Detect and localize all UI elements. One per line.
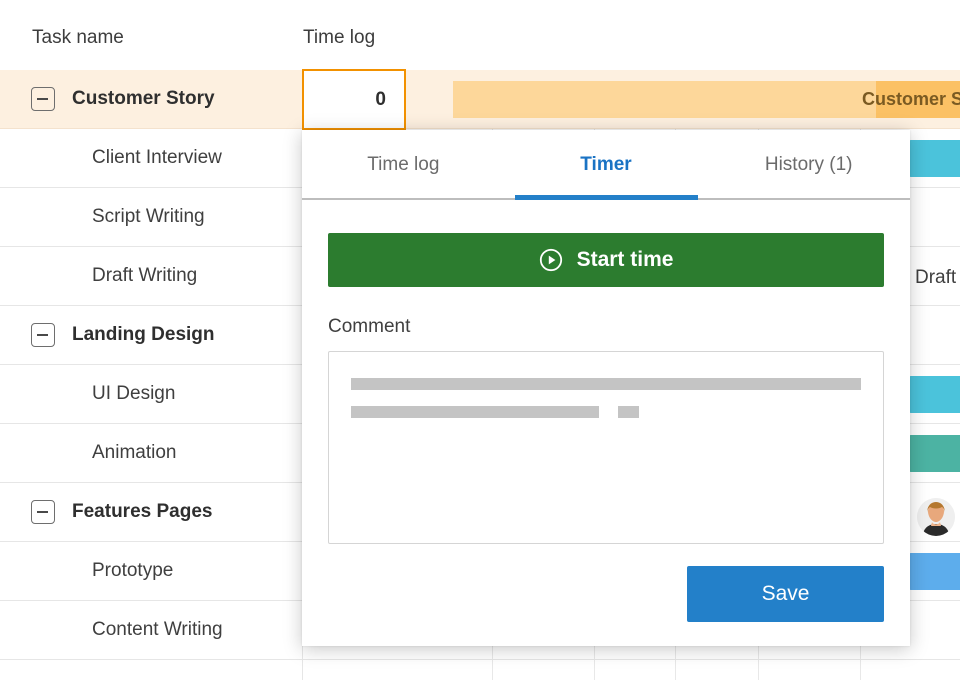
comment-placeholder-row (351, 406, 861, 418)
gantt-bar-ui-design[interactable] (909, 376, 960, 413)
comment-placeholder-block (618, 406, 639, 418)
comment-placeholder-line (351, 406, 599, 418)
gantt-bar-animation[interactable] (909, 435, 960, 472)
time-log-input[interactable]: 0 (302, 69, 406, 130)
minus-square-icon[interactable] (31, 87, 55, 111)
comment-textarea[interactable] (328, 351, 884, 544)
task-name-label: Draft Writing (92, 265, 197, 287)
task-name-label: Customer Story (72, 88, 215, 110)
grid-header: Task name Time log (0, 0, 960, 70)
gantt-bar-prototype[interactable] (909, 553, 960, 590)
comment-label: Comment (328, 316, 884, 338)
tab-label: History (1) (765, 154, 853, 176)
task-name-label: Prototype (92, 560, 173, 582)
task-name-label: Animation (92, 442, 177, 464)
comment-placeholder-line (351, 378, 861, 390)
tab-label: Time log (367, 154, 439, 176)
tab-history[interactable]: History (1) (707, 130, 910, 200)
task-name-label: UI Design (92, 383, 175, 405)
gantt-bar-label-draft: Draft (915, 267, 956, 289)
start-time-label: Start time (577, 248, 674, 272)
start-time-button[interactable]: Start time (328, 233, 884, 287)
task-name-label: Features Pages (72, 501, 212, 523)
tab-timer[interactable]: Timer (505, 130, 708, 200)
play-circle-icon (539, 248, 563, 272)
gantt-bar-customer-story[interactable]: Customer Story (453, 81, 960, 118)
popup-footer: Save (328, 566, 884, 622)
tab-time-log[interactable]: Time log (302, 130, 505, 200)
task-name-label: Client Interview (92, 147, 222, 169)
task-name-label: Script Writing (92, 206, 205, 228)
avatar[interactable] (917, 498, 955, 536)
save-button-label: Save (762, 582, 810, 606)
gantt-bar-label: Customer Story (862, 89, 960, 110)
minus-square-icon[interactable] (31, 500, 55, 524)
minus-square-icon[interactable] (31, 323, 55, 347)
tab-label: Timer (580, 154, 631, 176)
gantt-bar-progress (453, 81, 876, 118)
task-name-label: Landing Design (72, 324, 215, 346)
save-button[interactable]: Save (687, 566, 884, 622)
timer-panel: Start time Comment Save (302, 200, 910, 622)
column-header-time-log: Time log (303, 27, 375, 49)
task-name-label: Content Writing (92, 619, 223, 641)
active-tab-indicator (515, 195, 698, 200)
popup-tabs: Time log Timer History (1) (302, 130, 910, 200)
gantt-time-tracking-screen: Task name Time log Customer Story Draft (0, 0, 960, 680)
time-log-popup: Time log Timer History (1) Start time (302, 130, 910, 646)
column-header-task-name: Task name (32, 27, 124, 49)
gantt-bar-client-interview[interactable] (909, 140, 960, 177)
